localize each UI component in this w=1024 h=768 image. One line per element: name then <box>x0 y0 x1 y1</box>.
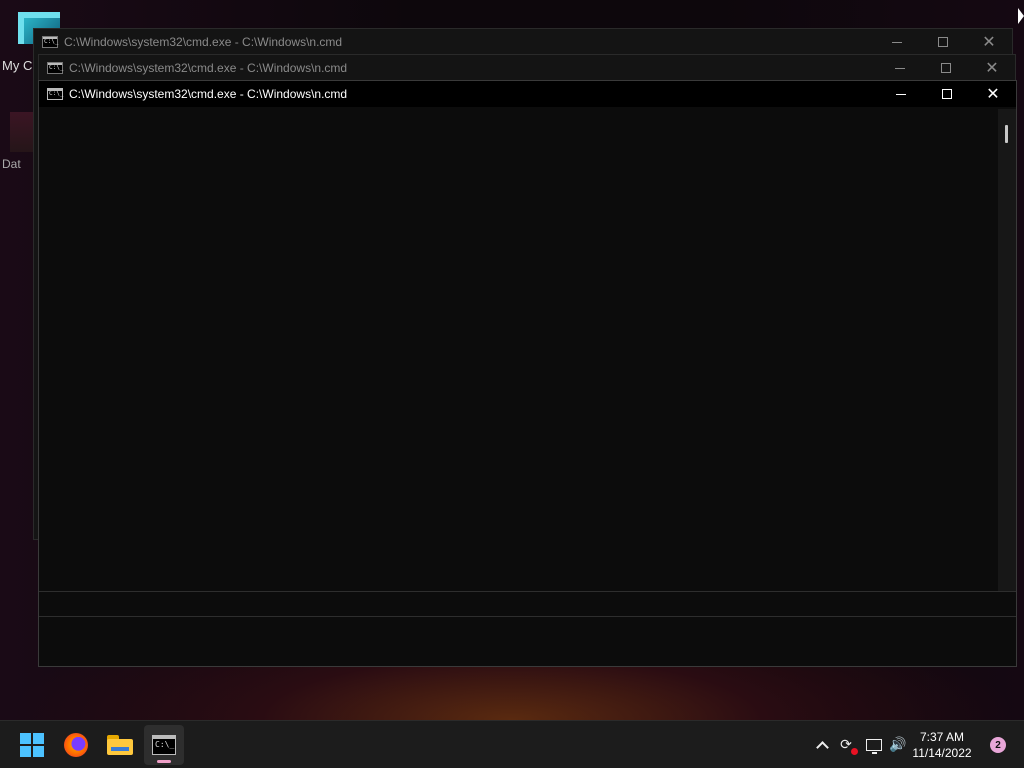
desktop-icon-label: My C <box>2 58 32 73</box>
network-icon <box>866 739 882 754</box>
close-button[interactable]: ✕ <box>966 29 1012 55</box>
minimize-button[interactable] <box>874 29 920 55</box>
windows-start-icon <box>20 733 44 757</box>
file-explorer-button[interactable] <box>100 725 140 765</box>
cmd-window-icon: C:\_ <box>47 62 63 74</box>
cmd-window-front[interactable]: C:\_ C:\Windows\system32\cmd.exe - C:\Wi… <box>38 80 1017 667</box>
window-title: C:\Windows\system32\cmd.exe - C:\Windows… <box>69 87 348 101</box>
close-button[interactable]: ✕ <box>970 81 1016 107</box>
cmd-window-icon: C:\_ <box>47 88 63 100</box>
titlebar[interactable]: C:\_ C:\Windows\system32\cmd.exe - C:\Wi… <box>39 81 1016 107</box>
file-explorer-icon <box>107 735 133 755</box>
firefox-icon <box>64 733 88 757</box>
cmd-window-icon: C:\_ <box>42 36 58 48</box>
command-prompt-button[interactable]: C:\_ <box>144 725 184 765</box>
scrollbar-thumb[interactable] <box>1005 125 1008 143</box>
firefox-button[interactable] <box>56 725 96 765</box>
minimize-icon <box>895 67 905 69</box>
alert-dot <box>851 748 858 755</box>
close-icon: ✕ <box>982 32 996 51</box>
volume-icon: 🔊 <box>889 737 907 753</box>
command-prompt-icon: C:\_ <box>152 735 176 755</box>
close-icon: ✕ <box>986 84 1000 103</box>
window-title: C:\Windows\system32\cmd.exe - C:\Windows… <box>64 35 343 49</box>
maximize-icon <box>942 89 952 99</box>
mouse-cursor-icon <box>1018 8 1024 24</box>
clock-time: 7:37 AM <box>919 730 965 744</box>
chevron-up-icon <box>815 740 829 754</box>
desktop-icon-label: Dat <box>2 157 21 171</box>
minimize-icon <box>892 41 902 43</box>
clock-date: 11/14/2022 <box>912 746 972 760</box>
maximize-button[interactable] <box>920 29 966 55</box>
minimize-button[interactable] <box>878 81 924 107</box>
console-bottom-area <box>39 617 1016 666</box>
maximize-button[interactable] <box>923 55 969 81</box>
show-hidden-icons-button[interactable] <box>810 733 834 757</box>
close-icon: ✕ <box>985 58 999 77</box>
sync-button[interactable]: ⟳ <box>834 733 858 757</box>
start-button[interactable] <box>12 725 52 765</box>
maximize-icon <box>938 37 948 47</box>
console-output[interactable] <box>39 109 998 591</box>
close-button[interactable]: ✕ <box>969 55 1015 81</box>
clock[interactable]: 7:37 AM 11/14/2022 <box>907 729 977 761</box>
console-bottom-bar <box>39 591 1016 617</box>
network-button[interactable] <box>862 733 886 757</box>
window-title: C:\Windows\system32\cmd.exe - C:\Windows… <box>69 61 348 75</box>
vertical-scrollbar[interactable] <box>998 109 1016 591</box>
titlebar[interactable]: C:\_ C:\Windows\system32\cmd.exe - C:\Wi… <box>34 29 1012 55</box>
maximize-icon <box>941 63 951 73</box>
minimize-icon <box>896 93 906 95</box>
titlebar[interactable]: C:\_ C:\Windows\system32\cmd.exe - C:\Wi… <box>39 55 1015 81</box>
notification-badge[interactable]: 2 <box>990 737 1006 753</box>
maximize-button[interactable] <box>924 81 970 107</box>
taskbar: C:\_ ⟳ 🔊 7:37 AM 11/14/2022 2 <box>0 720 1024 768</box>
data-icon[interactable] <box>10 112 34 152</box>
minimize-button[interactable] <box>877 55 923 81</box>
active-app-indicator <box>157 760 171 763</box>
